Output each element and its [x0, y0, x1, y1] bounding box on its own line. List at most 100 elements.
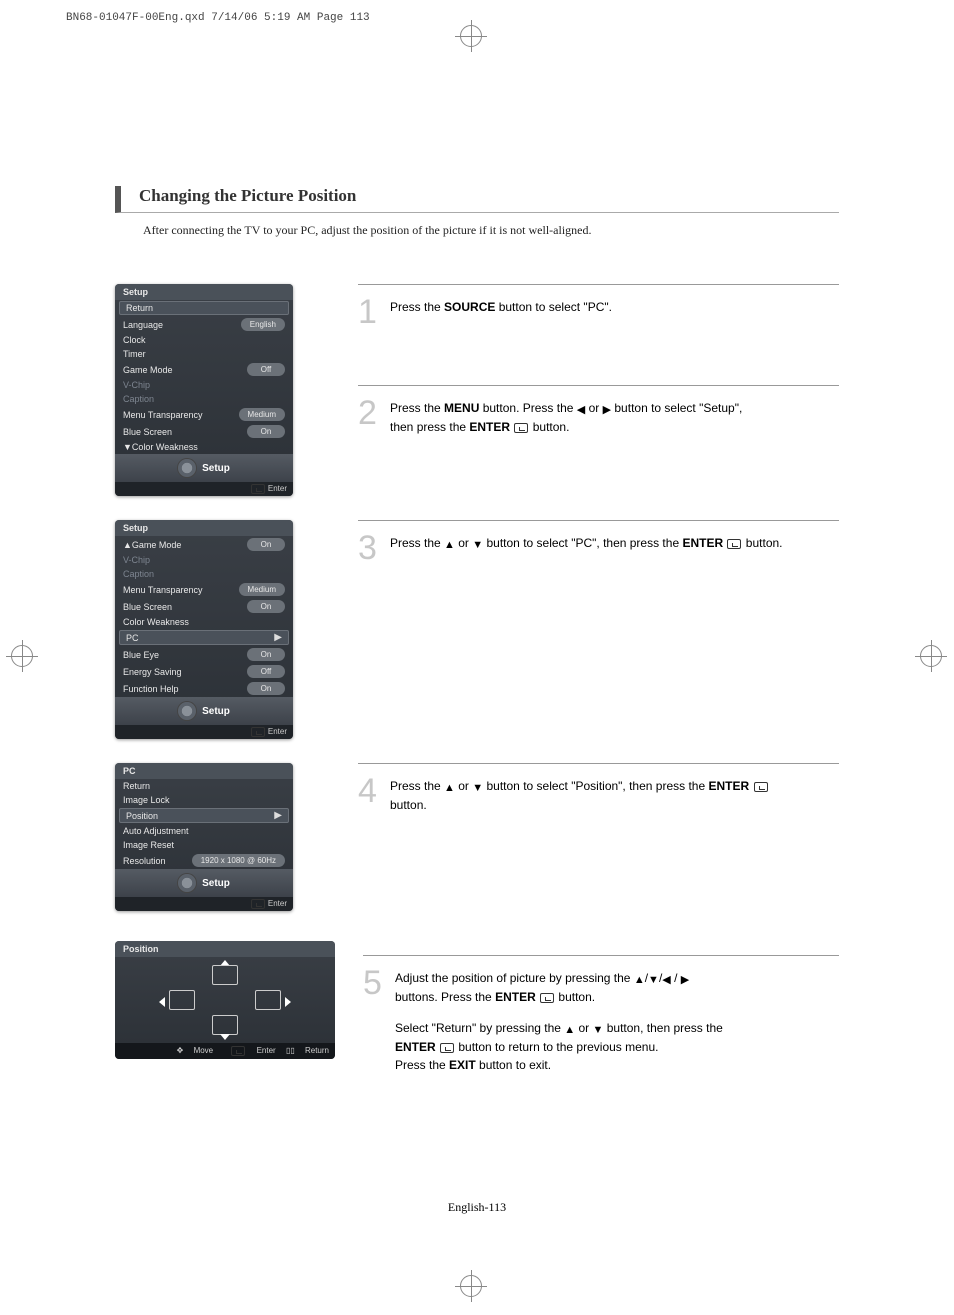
osd-menu-item: Return — [115, 779, 293, 793]
crop-mark-left — [11, 645, 33, 667]
down-arrow-icon: ▼ — [472, 780, 483, 797]
osd-footer-hints: ✥ Move Enter ▯▯ Return — [115, 1043, 335, 1059]
osd-menu-item: PC▶ — [119, 630, 289, 645]
osd-menu-item: Color Weakness — [115, 615, 293, 629]
osd-item-value: On — [247, 682, 285, 695]
osd-title: PC — [115, 763, 293, 779]
tv-icon — [212, 965, 238, 985]
osd-menu-item: Blue EyeOn — [115, 646, 293, 663]
osd-item-label: Return — [123, 781, 150, 791]
osd-item-label: Function Help — [123, 684, 179, 694]
down-arrow-icon: ▼ — [593, 1022, 604, 1039]
left-arrow-icon — [159, 997, 165, 1007]
osd-item-label: Blue Screen — [123, 602, 172, 612]
tv-icon — [169, 990, 195, 1010]
osd-menu-item: Resolution 1920 x 1080 @ 60Hz — [115, 852, 293, 869]
up-arrow-icon: ▲ — [634, 972, 645, 989]
osd-menu-item: ▼Color Weakness — [115, 440, 293, 454]
osd-item-value: Off — [247, 665, 285, 678]
page-number: English-113 — [0, 1200, 954, 1215]
gear-icon — [178, 459, 196, 477]
step-number: 3 — [358, 531, 384, 565]
osd-item-value: Medium — [239, 408, 285, 421]
osd-item-value: 1920 x 1080 @ 60Hz — [192, 854, 285, 867]
osd-item-label: Clock — [123, 335, 146, 345]
chevron-right-icon: ▶ — [274, 810, 282, 821]
osd-item-label: Energy Saving — [123, 667, 182, 677]
osd-menu-item: Blue Screen On — [115, 598, 293, 615]
right-arrow-icon: ▶ — [681, 972, 689, 989]
osd-item-label: Caption — [123, 394, 154, 404]
enter-icon — [440, 1043, 454, 1053]
osd-item-label: ▼Color Weakness — [123, 442, 198, 452]
osd-item-value: On — [247, 600, 285, 613]
position-adjust-graphic — [115, 957, 335, 1043]
enter-icon — [727, 539, 741, 549]
section-subtitle: After connecting the TV to your PC, adju… — [143, 223, 839, 238]
right-arrow-icon: ▶ — [603, 402, 611, 419]
osd-item-label: Return — [126, 303, 153, 313]
step-1: 1 Press the SOURCE button to select "PC"… — [358, 295, 839, 329]
osd-menu-item: Return — [119, 301, 289, 315]
gear-icon — [178, 874, 196, 892]
osd-item-value: Medium — [239, 583, 285, 596]
osd-item-label: Language — [123, 320, 163, 330]
osd-item-label: Blue Screen — [123, 427, 172, 437]
osd-item-label: Caption — [123, 569, 154, 579]
osd-enter-bar: Enter — [115, 482, 293, 496]
crop-mark-bottom — [460, 1275, 482, 1297]
step-text: Press the ▲ or ▼ button to select "PC", … — [390, 531, 783, 553]
osd-title: Position — [115, 941, 335, 957]
page-content: Changing the Picture Position After conn… — [115, 186, 839, 1075]
osd-item-label: Image Reset — [123, 840, 174, 850]
down-arrow-icon: ▼ — [648, 972, 659, 989]
osd-menu-item: Menu Transparency Medium — [115, 406, 293, 423]
osd-enter-bar: Enter — [115, 725, 293, 739]
chevron-right-icon: ▶ — [274, 632, 282, 643]
osd-menu-item: Caption — [115, 567, 293, 581]
osd-item-label: Color Weakness — [123, 617, 189, 627]
osd-footer-label: Setup — [202, 463, 230, 474]
osd-footer-label: Setup — [202, 878, 230, 889]
enter-icon — [754, 782, 768, 792]
osd-menu-item: ▲Game ModeOn — [115, 536, 293, 553]
osd-item-label: V-Chip — [123, 555, 150, 565]
step-text: Press the SOURCE button to select "PC". — [390, 295, 612, 317]
osd-menu-item: Image Reset — [115, 838, 293, 852]
osd-title: Setup — [115, 284, 293, 300]
osd-menu-item: Game ModeOff — [115, 361, 293, 378]
crop-mark-top — [460, 25, 482, 47]
osd-menu-item: Timer — [115, 347, 293, 361]
osd-footer-label: Setup — [202, 706, 230, 717]
right-arrow-icon — [285, 997, 291, 1007]
osd-menu-item: Caption — [115, 392, 293, 406]
tv-icon — [212, 1015, 238, 1035]
osd-title: Setup — [115, 520, 293, 536]
osd-item-label: V-Chip — [123, 380, 150, 390]
osd-menu-item: Menu TransparencyMedium — [115, 581, 293, 598]
section-title: Changing the Picture Position — [115, 186, 839, 213]
osd-menu-item: Clock — [115, 333, 293, 347]
osd-item-label: Image Lock — [123, 795, 170, 805]
step-5: 5 Adjust the position of picture by pres… — [363, 966, 839, 1075]
osd-item-label: Resolution — [123, 856, 166, 866]
enter-icon — [231, 1046, 245, 1056]
osd-item-label: Auto Adjustment — [123, 826, 189, 836]
enter-icon — [514, 423, 528, 433]
left-arrow-icon: ◀ — [577, 402, 585, 419]
crop-mark-right — [920, 645, 942, 667]
osd-item-value: English — [241, 318, 285, 331]
osd-setup-2: Setup ▲Game ModeOn V-Chip Caption Menu Tran… — [115, 520, 293, 739]
step-number: 1 — [358, 295, 384, 329]
tv-icon — [255, 990, 281, 1010]
osd-position: Position — [115, 941, 335, 1059]
osd-item-value: On — [247, 538, 285, 551]
osd-item-label: Menu Transparency — [123, 410, 203, 420]
osd-menu-item: Position▶ — [119, 808, 289, 823]
osd-item-label: Game Mode — [123, 365, 173, 375]
down-arrow-icon: ▼ — [472, 537, 483, 554]
enter-icon — [251, 484, 265, 494]
enter-icon — [540, 993, 554, 1003]
osd-menu-item: V-Chip — [115, 553, 293, 567]
osd-item-value: On — [247, 425, 285, 438]
